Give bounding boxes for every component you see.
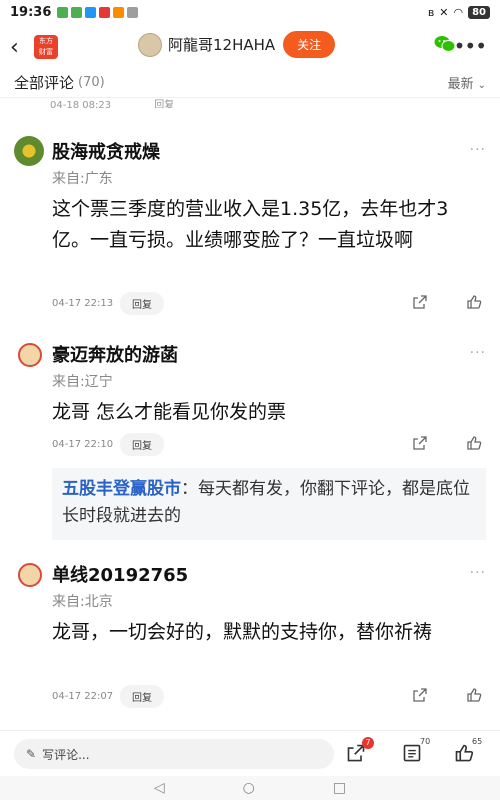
status-app-icons bbox=[57, 6, 139, 18]
comment-origin: 来自:广东 bbox=[52, 171, 113, 187]
like-icon[interactable] bbox=[466, 435, 482, 451]
comments-count: (70) bbox=[78, 75, 105, 90]
notification-icon bbox=[85, 6, 97, 18]
comment-text: 龙哥 怎么才能看见你发的票 bbox=[52, 401, 287, 423]
share-icon[interactable] bbox=[412, 687, 428, 703]
sort-dropdown[interactable]: 最新 ⌄ bbox=[448, 73, 486, 92]
bottom-bar: ✎ 写评论... 7 70 65 bbox=[0, 730, 500, 776]
comments-header: 全部评论 (70) 最新 ⌄ bbox=[0, 68, 500, 98]
comment-meta: 04-17 22:10 回复 bbox=[52, 432, 488, 456]
timestamp: 04-18 08:23 bbox=[50, 100, 112, 108]
status-right: ʙ ✕ ◠ 80 bbox=[427, 5, 490, 19]
share-badge: 7 bbox=[362, 737, 374, 749]
like-icon bbox=[455, 744, 474, 762]
comment-list-button[interactable]: 70 bbox=[402, 737, 430, 767]
comment-meta: 04-17 22:07 回复 bbox=[52, 684, 488, 708]
avatar[interactable] bbox=[18, 563, 42, 587]
comment-author[interactable]: 单线20192765 bbox=[52, 561, 188, 587]
mute-icon: ✕ bbox=[439, 5, 449, 19]
sort-label: 最新 bbox=[447, 77, 474, 92]
more-icon[interactable]: ··· bbox=[470, 142, 486, 158]
timestamp: 04-17 22:10 bbox=[52, 438, 114, 450]
nav-home-icon[interactable]: ○ bbox=[243, 780, 255, 796]
nav-back-icon[interactable]: ◁ bbox=[154, 780, 165, 796]
share-icon[interactable] bbox=[412, 435, 428, 451]
comment-origin: 来自:辽宁 bbox=[52, 374, 113, 390]
pencil-icon: ✎ bbox=[26, 747, 37, 761]
follow-button[interactable]: 关注 bbox=[283, 31, 336, 58]
timestamp: 04-17 22:13 bbox=[52, 297, 114, 309]
nav-recents-icon[interactable]: □ bbox=[333, 780, 346, 796]
comment-author[interactable]: 豪迈奔放的游菡 bbox=[52, 341, 178, 367]
like-icon[interactable] bbox=[466, 294, 482, 310]
back-icon[interactable]: ‹ bbox=[10, 35, 32, 60]
logo-text: 财富 bbox=[39, 48, 53, 56]
comment-input[interactable]: ✎ 写评论... bbox=[14, 739, 334, 769]
avatar[interactable] bbox=[138, 32, 162, 57]
system-nav-bar: ◁ ○ □ bbox=[0, 776, 500, 800]
reply-button[interactable]: 回复 bbox=[120, 432, 164, 456]
nav-bar: ‹ 东方 财富 阿龍哥12HAHA 关注 ••• bbox=[0, 26, 500, 68]
comment-author[interactable]: 股海戒贪戒燥 bbox=[52, 138, 160, 164]
status-bar: 19:36 ʙ ✕ ◠ 80 bbox=[0, 0, 500, 24]
avatar[interactable] bbox=[14, 136, 44, 166]
reply-author[interactable]: 五股丰登赢股市 bbox=[62, 479, 181, 499]
avatar[interactable] bbox=[18, 343, 42, 367]
chevron-down-icon: ⌄ bbox=[477, 80, 486, 91]
comment-meta: 04-17 22:13 回复 bbox=[52, 291, 488, 315]
like-icon[interactable] bbox=[466, 687, 482, 703]
notification-icon bbox=[99, 6, 111, 18]
nav-user-block: 阿龍哥12HAHA 关注 bbox=[138, 31, 336, 58]
like-button[interactable]: 65 bbox=[454, 737, 482, 767]
comment-text: 龙哥，一切会好的，默默的支持你，替你祈祷 bbox=[52, 621, 433, 643]
timestamp: 04-17 22:07 bbox=[52, 690, 114, 702]
more-icon[interactable]: ··· bbox=[470, 565, 486, 581]
comment-input-placeholder: 写评论... bbox=[42, 747, 90, 762]
reply-button[interactable]: 回复 bbox=[154, 100, 174, 108]
logo-text: 东方 bbox=[39, 37, 53, 45]
notification-icon bbox=[127, 6, 139, 18]
battery-indicator: 80 bbox=[468, 5, 490, 19]
share-icon[interactable] bbox=[412, 294, 428, 310]
wifi-icon: ◠ bbox=[453, 5, 464, 19]
more-icon[interactable]: ··· bbox=[470, 345, 486, 361]
notification-icon bbox=[57, 6, 69, 18]
reply-preview[interactable]: 五股丰登赢股市：每天都有发，你翻下评论，都是底位长时段就进去的 bbox=[52, 468, 486, 540]
comment-text: 这个票三季度的营业收入是1.35亿，去年也才3亿。一直亏损。业绩哪变脸了？一直垃… bbox=[52, 198, 449, 251]
notification-icon bbox=[113, 6, 125, 18]
more-icon[interactable]: ••• bbox=[454, 34, 487, 58]
nav-username[interactable]: 阿龍哥12HAHA bbox=[168, 34, 275, 55]
reply-button[interactable]: 回复 bbox=[120, 684, 164, 708]
share-button[interactable]: 7 bbox=[346, 737, 374, 767]
reply-button[interactable]: 回复 bbox=[120, 291, 164, 315]
comment-count: 70 bbox=[420, 737, 431, 746]
app-logo: 东方 财富 bbox=[34, 35, 58, 59]
comment-origin: 来自:北京 bbox=[52, 594, 113, 610]
status-time: 19:36 bbox=[10, 4, 52, 20]
like-count: 65 bbox=[472, 737, 483, 746]
comments-title: 全部评论 bbox=[14, 74, 75, 92]
notification-icon bbox=[71, 6, 83, 18]
comment-list-icon bbox=[403, 744, 421, 762]
bluetooth-icon: ʙ bbox=[427, 5, 435, 19]
